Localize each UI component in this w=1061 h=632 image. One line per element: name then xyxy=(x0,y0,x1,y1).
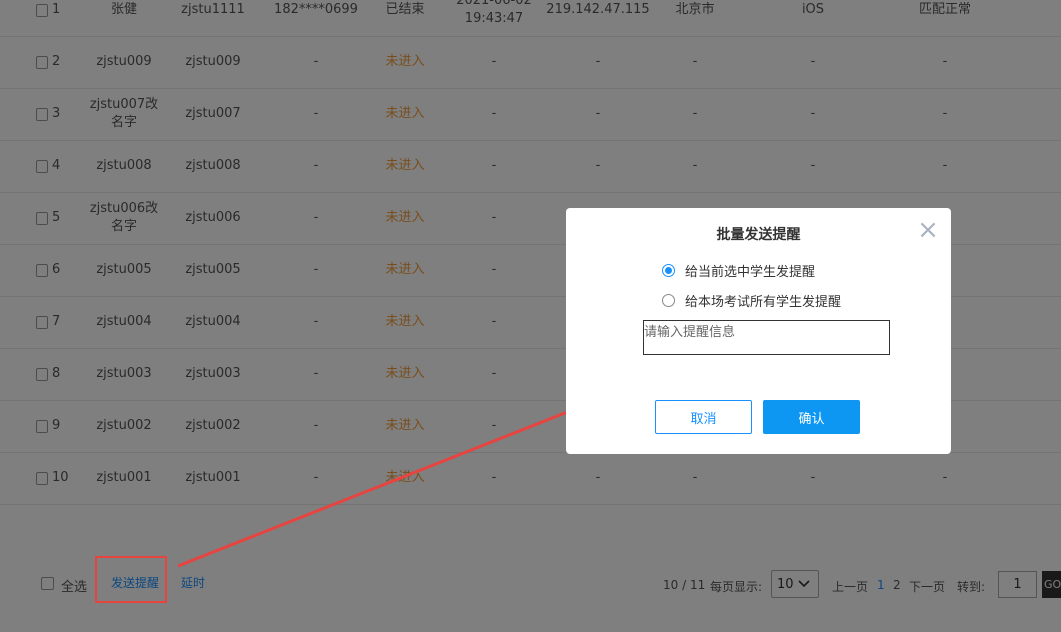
radio-selected-icon[interactable] xyxy=(662,264,675,277)
confirm-button-label: 确认 xyxy=(798,411,825,427)
cancel-button[interactable]: 取消 xyxy=(655,400,752,434)
dialog-title: 批量发送提醒 xyxy=(716,227,801,243)
option-all-students[interactable]: 给本场考试所有学生发提醒 xyxy=(662,291,841,310)
cancel-button-label: 取消 xyxy=(690,411,717,427)
option-selected-label: 给当前选中学生发提醒 xyxy=(685,265,816,280)
option-all-label: 给本场考试所有学生发提醒 xyxy=(685,295,842,310)
option-selected-students[interactable]: 给当前选中学生发提醒 xyxy=(662,261,815,280)
reminder-message-input[interactable] xyxy=(643,320,890,355)
batch-reminder-dialog: 批量发送提醒 × 给当前选中学生发提醒 给本场考试所有学生发提醒 请输入提醒信息… xyxy=(566,208,951,454)
close-icon[interactable]: × xyxy=(916,217,940,243)
confirm-button[interactable]: 确认 xyxy=(763,400,860,434)
radio-unselected-icon[interactable] xyxy=(662,294,675,307)
